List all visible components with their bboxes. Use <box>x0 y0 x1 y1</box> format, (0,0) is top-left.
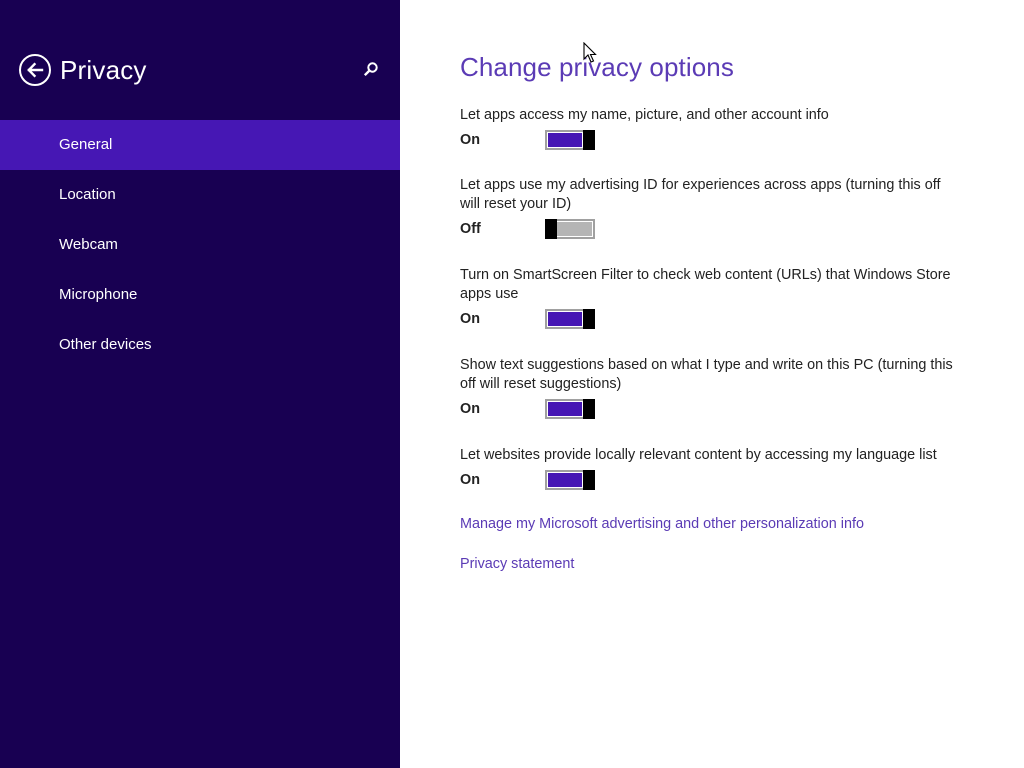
text-suggestions-toggle[interactable] <box>545 399 595 419</box>
toggle-state-label: On <box>460 132 480 148</box>
toggle-row: On <box>460 308 960 330</box>
setting-text-suggestions: Show text suggestions based on what I ty… <box>460 356 960 420</box>
toggle-row: On <box>460 398 960 420</box>
toggle-thumb[interactable] <box>583 309 595 329</box>
setting-smartscreen: Turn on SmartScreen Filter to check web … <box>460 266 960 330</box>
back-arrow-icon <box>27 62 44 78</box>
toggle-state-label: On <box>460 401 480 417</box>
setting-account-info: Let apps access my name, picture, and ot… <box>460 106 960 151</box>
language-list-toggle[interactable] <box>545 470 595 490</box>
setting-advertising-id: Let apps use my advertising ID for exper… <box>460 176 960 240</box>
search-button[interactable] <box>360 58 382 80</box>
toggle-thumb[interactable] <box>583 399 595 419</box>
sidebar-item-location[interactable]: Location <box>0 170 400 220</box>
sidebar-header: Privacy <box>19 54 147 86</box>
sidebar-item-label: Other devices <box>59 336 152 353</box>
toggle-state-label: On <box>460 472 480 488</box>
sidebar-title: Privacy <box>60 54 147 85</box>
back-button[interactable] <box>19 54 51 86</box>
toggle-fill <box>548 133 582 147</box>
toggle-fill <box>548 312 582 326</box>
toggle-thumb[interactable] <box>583 470 595 490</box>
setting-label: Turn on SmartScreen Filter to check web … <box>460 267 951 302</box>
toggle-state-label: Off <box>460 221 481 237</box>
setting-label: Let apps access my name, picture, and ot… <box>460 107 829 123</box>
setting-language-list: Let websites provide locally relevant co… <box>460 446 960 491</box>
account-info-toggle[interactable] <box>545 130 595 150</box>
setting-label: Let websites provide locally relevant co… <box>460 447 937 463</box>
toggle-fill <box>548 402 582 416</box>
page-title: Change privacy options <box>460 52 734 82</box>
toggle-row: On <box>460 129 960 151</box>
sidebar-item-label: Microphone <box>59 286 138 303</box>
sidebar-item-webcam[interactable]: Webcam <box>0 220 400 270</box>
setting-label: Let apps use my advertising ID for exper… <box>460 177 941 212</box>
manage-advertising-link[interactable]: Manage my Microsoft advertising and othe… <box>460 516 864 532</box>
sidebar-item-label: General <box>59 136 113 153</box>
privacy-statement-link[interactable]: Privacy statement <box>460 556 574 572</box>
toggle-thumb[interactable] <box>583 130 595 150</box>
setting-label: Show text suggestions based on what I ty… <box>460 357 953 392</box>
toggle-fill <box>557 222 592 236</box>
toggle-row: Off <box>460 218 960 240</box>
search-icon <box>363 62 378 77</box>
main-content: Change privacy options Let apps access m… <box>400 0 1024 768</box>
toggle-row: On <box>460 469 960 491</box>
smartscreen-toggle[interactable] <box>545 309 595 329</box>
sidebar-item-other-devices[interactable]: Other devices <box>0 320 400 370</box>
sidebar-item-general[interactable]: General <box>0 120 400 170</box>
sidebar-item-label: Location <box>59 186 116 203</box>
privacy-settings-window: Privacy General Location Webcam Micropho… <box>0 0 1024 768</box>
sidebar-item-microphone[interactable]: Microphone <box>0 270 400 320</box>
sidebar-nav: General Location Webcam Microphone Other… <box>0 120 400 370</box>
sidebar-item-label: Webcam <box>59 236 118 253</box>
toggle-fill <box>548 473 582 487</box>
toggle-thumb[interactable] <box>545 219 557 239</box>
toggle-state-label: On <box>460 311 480 327</box>
sidebar: Privacy General Location Webcam Micropho… <box>0 0 400 768</box>
advertising-id-toggle[interactable] <box>545 219 595 239</box>
